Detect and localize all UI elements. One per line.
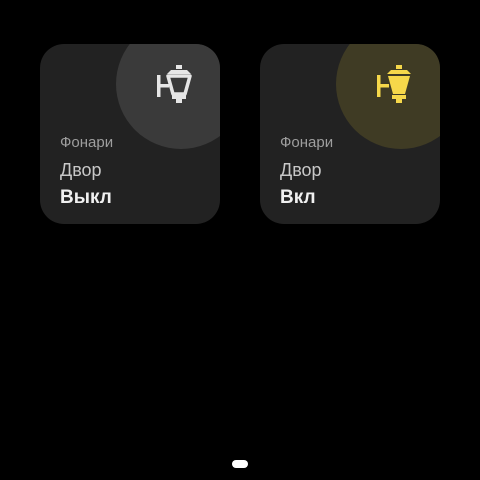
screen: Фонари Двор Выкл Фонари Двор Вкл: [0, 0, 480, 480]
page-indicator: [232, 460, 248, 468]
tile-room: Двор: [280, 160, 322, 180]
tile-room: Двор: [60, 160, 102, 180]
tile-category: Фонари: [60, 134, 114, 151]
tile-state: Выкл: [60, 187, 112, 208]
street-lamp-icon: [157, 65, 192, 103]
tile-state: Вкл: [280, 187, 316, 208]
lights-tile-on[interactable]: Фонари Двор Вкл: [260, 44, 440, 224]
tile-category: Фонари: [280, 134, 334, 151]
lights-tile-off[interactable]: Фонари Двор Выкл: [40, 44, 220, 224]
street-lamp-icon: [377, 65, 411, 103]
